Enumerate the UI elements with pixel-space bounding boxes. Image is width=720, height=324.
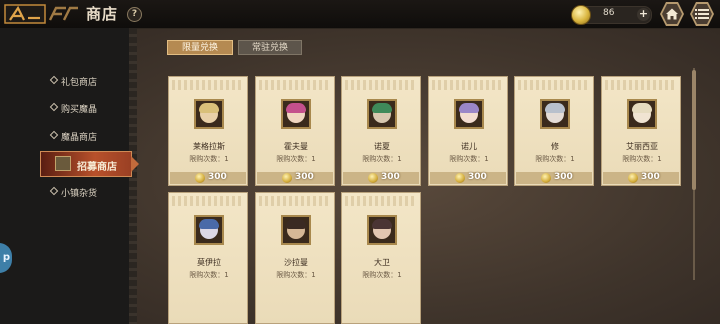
card-limit: 限购次数：1 xyxy=(362,155,402,163)
card-limit: 限购次数：1 xyxy=(362,271,402,279)
card-name: 莱格拉斯 xyxy=(193,142,225,151)
gold-coin-icon xyxy=(455,173,465,183)
card-limit: 限购次数：1 xyxy=(449,155,489,163)
card-limit: 限购次数：1 xyxy=(276,271,316,279)
hero-portrait-icon xyxy=(281,215,311,245)
sidebar-item-label: 魔晶商店 xyxy=(61,133,98,143)
shop-card[interactable]: 诺儿 限购次数：1 300 xyxy=(428,76,508,186)
treasure-chest-icon xyxy=(55,156,71,171)
hero-portrait-icon xyxy=(281,99,311,129)
sidebar-item-buy-crystal[interactable]: 购买魔晶 xyxy=(0,100,130,118)
hero-portrait-icon xyxy=(540,99,570,129)
sidebar-item-crystal-shop[interactable]: 魔晶商店 xyxy=(0,128,130,146)
gold-coin-icon xyxy=(282,173,292,183)
currency-display: 86 + xyxy=(571,5,652,25)
price-value: 300 xyxy=(554,172,573,182)
add-currency-button[interactable]: + xyxy=(637,8,650,21)
sidebar-item-label: 招募商店 xyxy=(77,162,117,173)
home-icon xyxy=(666,8,678,20)
card-price: 300 xyxy=(257,172,333,184)
hero-portrait-icon xyxy=(627,99,657,129)
shop-card[interactable]: 霍夫曼 限购次数：1 300 xyxy=(255,76,335,186)
sidebar-item-label: 礼包商店 xyxy=(61,78,98,88)
diamond-bullet-icon xyxy=(49,102,59,112)
hero-portrait-icon xyxy=(367,99,397,129)
card-price: 300 xyxy=(516,172,592,184)
card-price: 300 xyxy=(343,172,419,184)
active-pointer-icon xyxy=(131,156,139,172)
scrollbar-thumb[interactable] xyxy=(692,70,696,190)
gold-coin-icon xyxy=(368,173,378,183)
diamond-bullet-icon xyxy=(49,186,59,196)
card-limit: 限购次数：1 xyxy=(535,155,575,163)
card-name: 沙拉曼 xyxy=(284,258,308,267)
card-name: 修 xyxy=(551,142,559,151)
shop-card[interactable]: 艾丽西亚 限购次数：1 300 xyxy=(601,76,681,186)
card-name: 大卫 xyxy=(374,258,390,267)
card-price: 300 xyxy=(430,172,506,184)
menu-button[interactable] xyxy=(690,2,714,26)
shop-card[interactable]: 大卫 限购次数：1 xyxy=(341,192,421,324)
game-logo xyxy=(4,4,78,24)
price-value: 300 xyxy=(295,172,314,182)
top-bar: 商店 ? 86 + xyxy=(0,0,720,29)
hero-portrait-icon xyxy=(454,99,484,129)
card-name: 艾丽西亚 xyxy=(626,142,658,151)
menu-list-icon xyxy=(695,9,709,19)
sidebar-item-gift-shop[interactable]: 礼包商店 xyxy=(0,73,130,91)
price-value: 300 xyxy=(381,172,400,182)
shop-card[interactable]: 莱格拉斯 限购次数：1 300 xyxy=(168,76,248,186)
home-button[interactable] xyxy=(660,2,684,26)
card-limit: 限购次数：1 xyxy=(189,155,229,163)
sidebar-item-label: 购买魔晶 xyxy=(61,105,98,115)
sidebar-item-recruit-shop[interactable]: 招募商店 xyxy=(40,151,132,177)
card-name: 诺夏 xyxy=(374,142,390,151)
page-title: 商店 xyxy=(86,5,119,23)
sidebar-item-label: 小镇杂货 xyxy=(61,189,98,199)
shop-card[interactable]: 莫伊拉 限购次数：1 xyxy=(168,192,248,324)
sidebar-item-town-goods[interactable]: 小镇杂货 xyxy=(0,184,130,202)
shop-card[interactable]: 沙拉曼 限购次数：1 xyxy=(255,192,335,324)
shop-screen: 商店 ? 86 + 礼包商店 购买魔晶 魔晶商店 招募商店 小镇杂货 p 限量兑… xyxy=(0,0,720,324)
price-value: 300 xyxy=(468,172,487,182)
tab-limited-exchange[interactable]: 限量兑换 xyxy=(167,40,233,55)
price-value: 300 xyxy=(641,172,660,182)
hero-portrait-icon xyxy=(194,99,224,129)
price-value: 300 xyxy=(208,172,227,182)
hero-portrait-icon xyxy=(194,215,224,245)
gold-coin-icon xyxy=(541,173,551,183)
shop-card[interactable]: 诺夏 限购次数：1 300 xyxy=(341,76,421,186)
currency-value: 86 xyxy=(603,8,615,18)
card-price: 300 xyxy=(170,172,246,184)
shop-card[interactable]: 修 限购次数：1 300 xyxy=(514,76,594,186)
card-name: 莫伊拉 xyxy=(197,258,221,267)
card-limit: 限购次数：1 xyxy=(276,155,316,163)
diamond-bullet-icon xyxy=(49,130,59,140)
hero-portrait-icon xyxy=(367,215,397,245)
card-name: 霍夫曼 xyxy=(284,142,308,151)
card-limit: 限购次数：1 xyxy=(622,155,662,163)
card-price: 300 xyxy=(603,172,679,184)
card-name: 诺儿 xyxy=(461,142,477,151)
card-limit: 限购次数：1 xyxy=(189,271,229,279)
gold-coin-icon xyxy=(628,173,638,183)
help-button[interactable]: ? xyxy=(127,7,142,22)
gold-coin-icon xyxy=(571,5,591,25)
diamond-bullet-icon xyxy=(49,75,59,85)
tab-permanent-exchange[interactable]: 常驻兑换 xyxy=(238,40,302,55)
gold-coin-icon xyxy=(195,173,205,183)
